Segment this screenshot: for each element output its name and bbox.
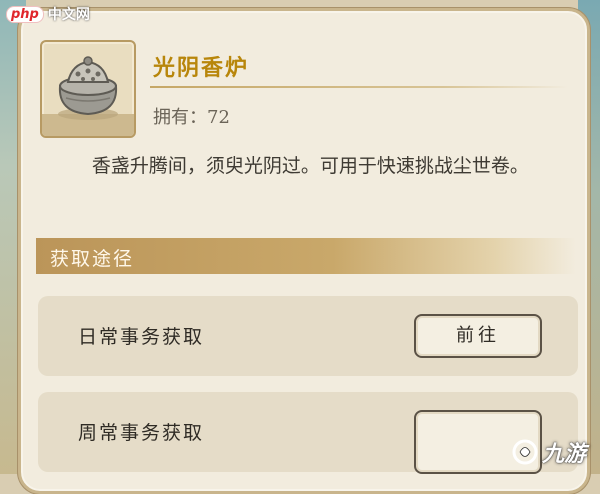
item-icon-frame xyxy=(40,40,136,138)
9you-logo-icon xyxy=(512,439,538,465)
acquire-section-title: 获取途径 xyxy=(50,248,135,270)
owned-count: 拥有：72 xyxy=(153,103,230,129)
title-divider xyxy=(150,86,568,88)
item-description: 香盏升腾间，须臾光阴过。可用于快速挑战尘世卷。 xyxy=(91,155,529,177)
9you-watermark: 九游 xyxy=(512,436,586,468)
acquire-row-label: 日常事务获取 xyxy=(78,326,205,348)
item-name: 光阴香炉 xyxy=(153,55,250,81)
acquire-row-daily: 日常事务获取 前往 xyxy=(38,296,578,376)
owned-value: 72 xyxy=(207,107,230,128)
php-site-text: 中文网 xyxy=(47,7,90,23)
php-watermark: php 中文网 xyxy=(6,4,90,24)
acquire-row-weekly: 周常事务获取 xyxy=(38,392,578,474)
9you-site-text: 九游 xyxy=(541,442,586,467)
incense-burner-icon xyxy=(58,56,118,120)
php-logo: php xyxy=(6,5,44,23)
owned-label: 拥有： xyxy=(153,107,207,128)
acquire-row-label: 周常事务获取 xyxy=(78,422,205,444)
go-button-daily[interactable]: 前往 xyxy=(414,314,542,358)
